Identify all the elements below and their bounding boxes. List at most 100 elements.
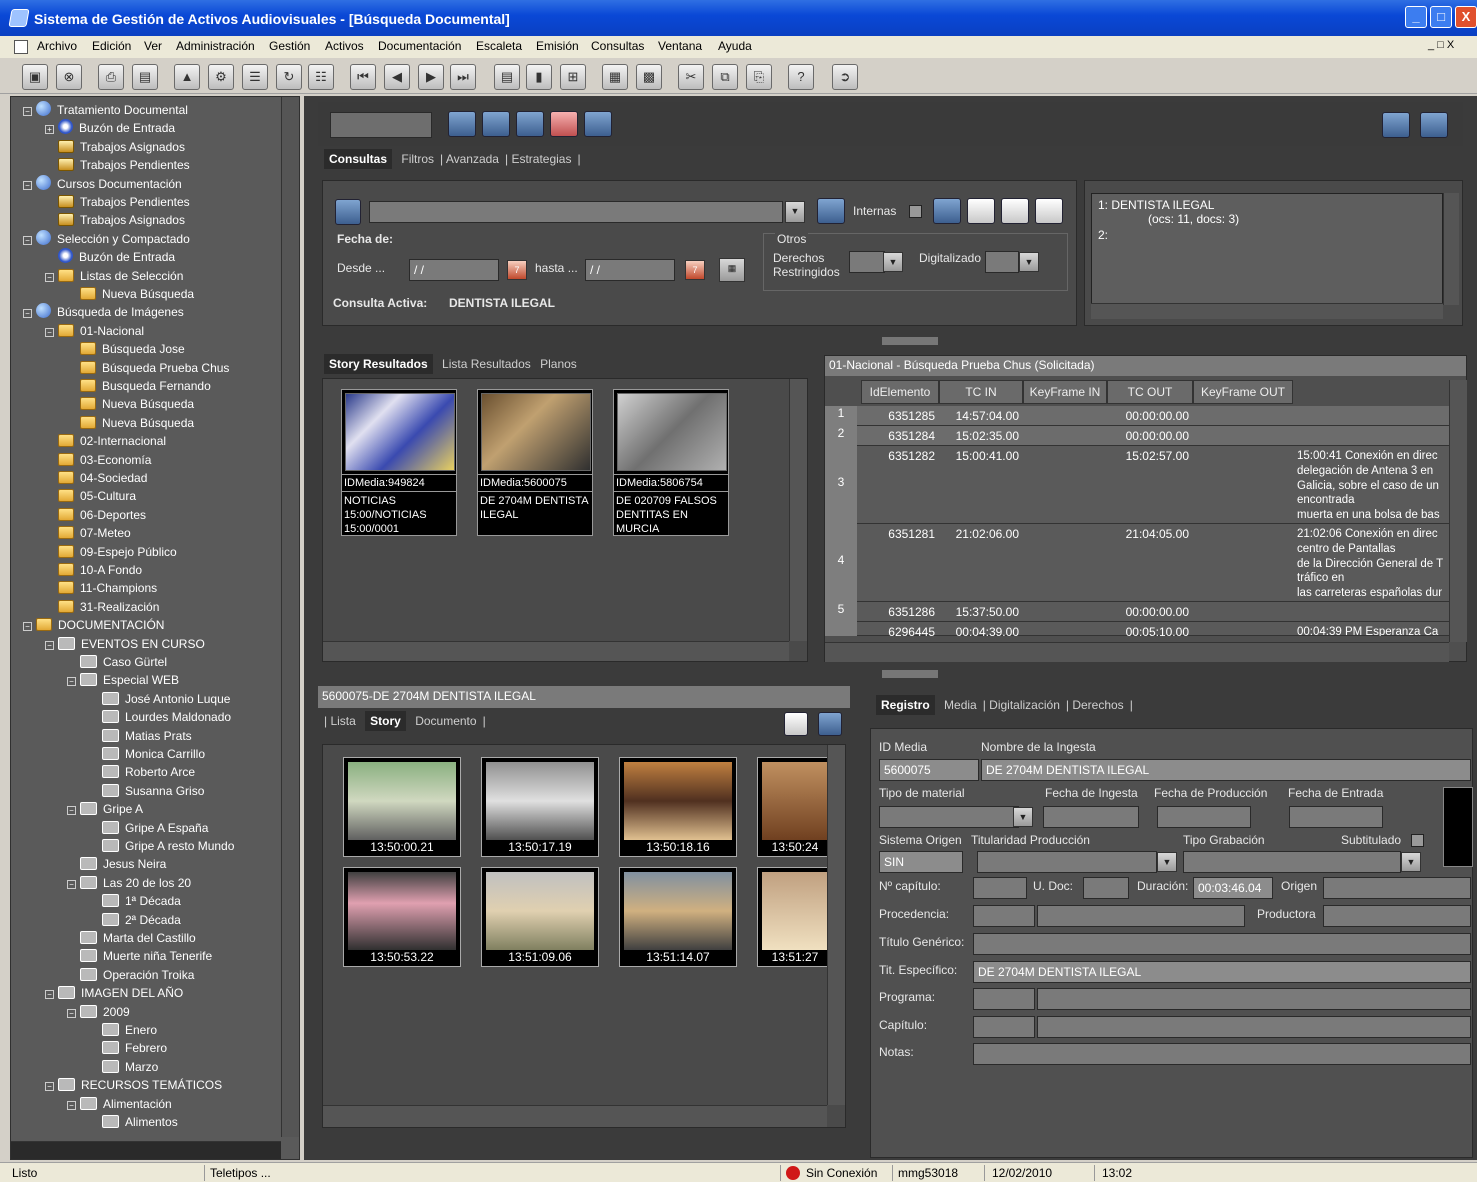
- tree-item[interactable]: Gripe A resto Mundo: [89, 837, 234, 855]
- tree-item[interactable]: − Alimentación: [67, 1095, 172, 1113]
- tree-item[interactable]: Marzo: [89, 1058, 158, 1076]
- hasta-field[interactable]: / /: [585, 259, 675, 281]
- grid-horizontal-scrollbar[interactable]: [825, 642, 1449, 662]
- hasta-calendar-icon[interactable]: 7: [685, 260, 705, 280]
- tree-item[interactable]: Buzón de Entrada: [45, 248, 175, 266]
- duracion-field[interactable]: 00:03:46.04: [1193, 877, 1273, 899]
- tit-especifico-field[interactable]: DE 2704M DENTISTA ILEGAL: [973, 961, 1471, 983]
- notas-field[interactable]: [973, 1043, 1471, 1065]
- list-icon[interactable]: ☰: [242, 64, 268, 90]
- id-media-field[interactable]: 5600075: [879, 759, 979, 781]
- cart-icon[interactable]: [1382, 112, 1410, 138]
- print-icon[interactable]: ⎙: [98, 64, 124, 90]
- digitalizado-select[interactable]: [985, 251, 1019, 273]
- collapse-icon[interactable]: −: [45, 1082, 54, 1092]
- desde-calendar-icon[interactable]: 7: [507, 260, 527, 280]
- close-button[interactable]: X: [1455, 6, 1477, 28]
- exit-icon[interactable]: ➲: [832, 64, 858, 90]
- procedencia-code-field[interactable]: [973, 905, 1035, 927]
- menu-escaleta[interactable]: Escaleta: [476, 39, 522, 53]
- paste-icon[interactable]: ⎘: [746, 64, 772, 90]
- tree-item[interactable]: Lourdes Maldonado: [89, 708, 231, 726]
- menu-ver[interactable]: Ver: [144, 39, 162, 53]
- camera-icon[interactable]: [1035, 198, 1063, 224]
- collapse-icon[interactable]: −: [23, 309, 32, 319]
- tree-item[interactable]: Enero: [89, 1021, 157, 1039]
- subtitulado-checkbox[interactable]: [1411, 834, 1424, 847]
- tree-item[interactable]: − Especial WEB: [67, 671, 179, 689]
- collapse-icon[interactable]: −: [23, 622, 32, 632]
- menu-ventana[interactable]: Ventana: [658, 39, 702, 53]
- tree-item[interactable]: Caso Gürtel: [67, 653, 167, 671]
- mdi-controls-icon[interactable]: _ □ X: [1428, 39, 1454, 51]
- query-options-icon[interactable]: [817, 198, 845, 224]
- derechos-dropdown-icon[interactable]: ▼: [883, 252, 903, 272]
- tree-item[interactable]: 04-Sociedad: [45, 469, 147, 487]
- fecha-ingesta-field[interactable]: [1043, 806, 1139, 828]
- collapse-icon[interactable]: −: [45, 990, 54, 1000]
- menu-activos[interactable]: Activos: [325, 39, 364, 53]
- keyframe-thumbnail[interactable]: 13:50:53.22: [343, 867, 461, 967]
- result-thumbnail[interactable]: IDMedia:5806754 DE 020709 FALSOS DENTITAS…: [613, 389, 729, 536]
- internas-checkbox[interactable]: [909, 205, 922, 218]
- tree-item[interactable]: − Listas de Selección: [45, 267, 183, 285]
- history-horizontal-scrollbar[interactable]: [1091, 303, 1443, 319]
- tree-item[interactable]: Trabajos Asignados: [45, 211, 185, 229]
- tree-item[interactable]: 09-Espejo Público: [45, 543, 177, 561]
- tree-item[interactable]: 02-Internacional: [45, 432, 166, 450]
- columns-icon[interactable]: ▮: [526, 64, 552, 90]
- origen-field[interactable]: [1323, 877, 1471, 899]
- menu-ayuda[interactable]: Ayuda: [718, 39, 752, 53]
- tree-item[interactable]: Jesus Neira: [67, 855, 166, 873]
- tree-item[interactable]: Nueva Búsqueda: [67, 414, 194, 432]
- tree-item[interactable]: Monica Carrillo: [89, 745, 205, 763]
- table-row[interactable]: 1 6351285 14:57:04.00 00:00:00.00: [825, 406, 1449, 426]
- results-horizontal-scrollbar[interactable]: [323, 641, 789, 661]
- derechos-select[interactable]: [849, 251, 885, 273]
- keyframe-thumbnail[interactable]: 13:51:09.06: [481, 867, 599, 967]
- udoc-field[interactable]: [1083, 877, 1129, 899]
- collapse-icon[interactable]: −: [67, 1008, 76, 1018]
- tree-item[interactable]: 03-Economía: [45, 451, 151, 469]
- menu-administracion[interactable]: Administración: [176, 39, 255, 53]
- tree-item[interactable]: Trabajos Pendientes: [45, 193, 190, 211]
- procedencia-field[interactable]: [1037, 905, 1245, 927]
- history-vertical-scrollbar[interactable]: [1443, 193, 1459, 305]
- table-row[interactable]: 2 6351284 15:02:35.00 00:00:00.00: [825, 426, 1449, 446]
- print-preview-icon[interactable]: ▤: [132, 64, 158, 90]
- previous-record-icon[interactable]: ◀: [384, 64, 410, 90]
- copy-icon[interactable]: ⧉: [712, 64, 738, 90]
- keyframe-thumbnail[interactable]: 13:50:18.16: [619, 757, 737, 857]
- tree-item[interactable]: Busqueda Fernando: [67, 377, 211, 395]
- tree-item[interactable]: 31-Realización: [45, 598, 159, 616]
- tree-item[interactable]: Búsqueda Prueba Chus: [67, 359, 229, 377]
- nombre-field[interactable]: DE 2704M DENTISTA ILEGAL: [981, 759, 1471, 781]
- collapse-icon[interactable]: −: [67, 879, 76, 889]
- collapse-icon[interactable]: −: [67, 677, 76, 687]
- collapse-icon[interactable]: −: [45, 640, 54, 650]
- edit-icon[interactable]: [1001, 198, 1029, 224]
- query-history-list[interactable]: 1: DENTISTA ILEGAL (ocs: 11, docs: 3) 2:: [1091, 193, 1443, 305]
- capitulo2-code-field[interactable]: [973, 1016, 1035, 1038]
- menu-emision[interactable]: Emisión: [536, 39, 579, 53]
- font-icon[interactable]: [967, 198, 995, 224]
- clear-search-icon[interactable]: [482, 111, 510, 137]
- tree-item[interactable]: Febrero: [89, 1039, 167, 1057]
- table-row[interactable]: 4 6351281 21:02:06.00 21:04:05.00 21:02:06 C…: [825, 524, 1449, 602]
- tree-item[interactable]: 10-A Fondo: [45, 561, 142, 579]
- minimize-button[interactable]: _: [1405, 6, 1427, 28]
- image-icon[interactable]: ▲: [174, 64, 200, 90]
- folder-search-icon[interactable]: [584, 111, 612, 137]
- tipo-grabacion-dropdown-icon[interactable]: ▼: [1401, 852, 1421, 872]
- pdf-icon[interactable]: [784, 712, 808, 736]
- tree-item[interactable]: 1ª Década: [89, 892, 181, 910]
- tree-item[interactable]: Trabajos Pendientes: [45, 156, 190, 174]
- titularidad-dropdown-icon[interactable]: ▼: [1157, 852, 1177, 872]
- collapse-icon[interactable]: −: [23, 235, 32, 245]
- keyframe-thumbnail[interactable]: 13:51:27: [757, 867, 833, 967]
- tree-item[interactable]: José Antonio Luque: [89, 690, 230, 708]
- grid-vertical-scrollbar[interactable]: [1449, 380, 1467, 642]
- tipo-material-dropdown-icon[interactable]: ▼: [1013, 807, 1033, 827]
- collapse-icon[interactable]: −: [45, 327, 54, 337]
- tab-lista-resultados[interactable]: Lista Resultados: [442, 357, 531, 371]
